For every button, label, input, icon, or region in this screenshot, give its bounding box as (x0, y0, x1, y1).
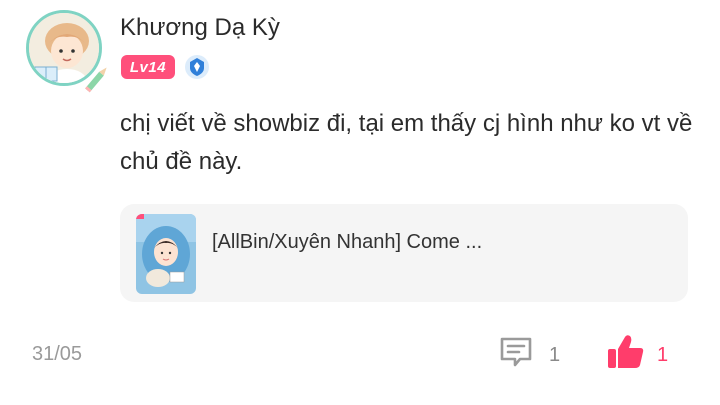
verified-shield-icon (185, 55, 209, 79)
comment-count: 1 (549, 344, 561, 366)
like-count: 1 (657, 344, 669, 366)
username[interactable]: Khương Dạ Kỳ (120, 14, 280, 42)
level-badge: Lv14 (121, 55, 175, 79)
comment-date: 31/05 (32, 343, 83, 365)
avatar[interactable] (26, 10, 107, 93)
avatar-image (26, 10, 102, 86)
story-cover (136, 214, 196, 294)
thumbs-up-icon[interactable] (606, 332, 646, 372)
story-card[interactable]: [AllBin/Xuyên Nhanh] Come ... (120, 204, 688, 302)
story-title: [AllBin/Xuyên Nhanh] Come ... (212, 231, 483, 253)
comment-text: chị viết về showbiz đi, tại em thấy cj h… (120, 110, 693, 175)
comment-bubble-icon[interactable] (498, 334, 534, 370)
